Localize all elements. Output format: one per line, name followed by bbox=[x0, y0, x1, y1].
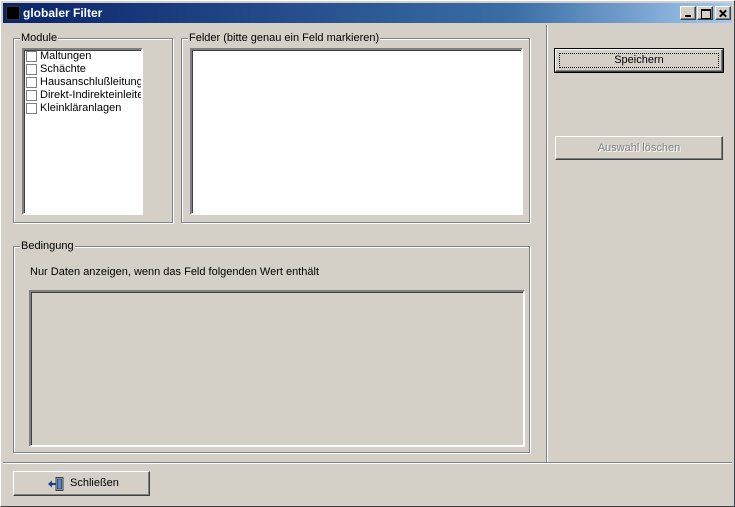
condition-value-area[interactable] bbox=[29, 290, 525, 447]
vertical-divider bbox=[546, 25, 548, 462]
module-checklist[interactable]: Maltungen Schächte Hausanschlußleitung D… bbox=[22, 48, 143, 215]
checkbox[interactable] bbox=[26, 77, 37, 88]
bedingung-group: Bedingung Nur Daten anzeigen, wenn das F… bbox=[13, 240, 530, 453]
felder-listbox[interactable] bbox=[190, 48, 523, 215]
close-button-label: Schließen bbox=[70, 477, 119, 489]
module-item-label: Maltungen bbox=[40, 50, 92, 62]
filter-window: globaler Filter Module Maltungen Schächt… bbox=[0, 0, 735, 507]
door-exit-icon bbox=[48, 477, 64, 491]
checkbox[interactable] bbox=[26, 64, 37, 75]
checkbox[interactable] bbox=[26, 90, 37, 101]
checkbox[interactable] bbox=[26, 103, 37, 114]
window-title: globaler Filter bbox=[23, 6, 103, 20]
condition-hint: Nur Daten anzeigen, wenn das Feld folgen… bbox=[30, 266, 320, 278]
clear-selection-button[interactable]: Auswahl löschen bbox=[555, 136, 723, 160]
module-item-label: Direkt-Indirekteinleite bbox=[40, 89, 143, 101]
maximize-button[interactable] bbox=[697, 6, 713, 20]
checkbox[interactable] bbox=[26, 51, 37, 62]
close-button[interactable]: Schließen bbox=[13, 471, 150, 496]
module-item-kleinklaeranlagen[interactable]: Kleinkläranlagen bbox=[24, 102, 141, 115]
save-button[interactable]: Speichern bbox=[554, 48, 724, 73]
felder-group: Felder (bitte genau ein Feld markieren) bbox=[181, 32, 530, 223]
horizontal-divider bbox=[3, 462, 732, 464]
module-item-schaechte[interactable]: Schächte bbox=[24, 63, 141, 76]
felder-legend: Felder (bitte genau ein Feld markieren) bbox=[188, 32, 381, 45]
module-legend: Module bbox=[20, 32, 59, 45]
module-item-label: Schächte bbox=[40, 63, 86, 75]
module-group: Module Maltungen Schächte Hausanschlußle… bbox=[13, 32, 173, 223]
module-item-maltungen[interactable]: Maltungen bbox=[24, 50, 141, 63]
minimize-button[interactable] bbox=[680, 6, 696, 20]
module-item-label: Kleinkläranlagen bbox=[40, 102, 122, 114]
module-item-label: Hausanschlußleitung bbox=[40, 76, 143, 88]
bedingung-legend: Bedingung bbox=[20, 240, 75, 253]
module-item-hausanschlussleitung[interactable]: Hausanschlußleitung bbox=[24, 76, 141, 89]
close-window-button[interactable] bbox=[715, 6, 731, 20]
window-icon[interactable] bbox=[6, 6, 20, 20]
title-bar[interactable]: globaler Filter bbox=[3, 3, 732, 23]
focus-rect bbox=[559, 53, 719, 68]
module-item-direkt-indirekteinleiter[interactable]: Direkt-Indirekteinleite bbox=[24, 89, 141, 102]
clear-selection-label: Auswahl löschen bbox=[597, 142, 681, 154]
